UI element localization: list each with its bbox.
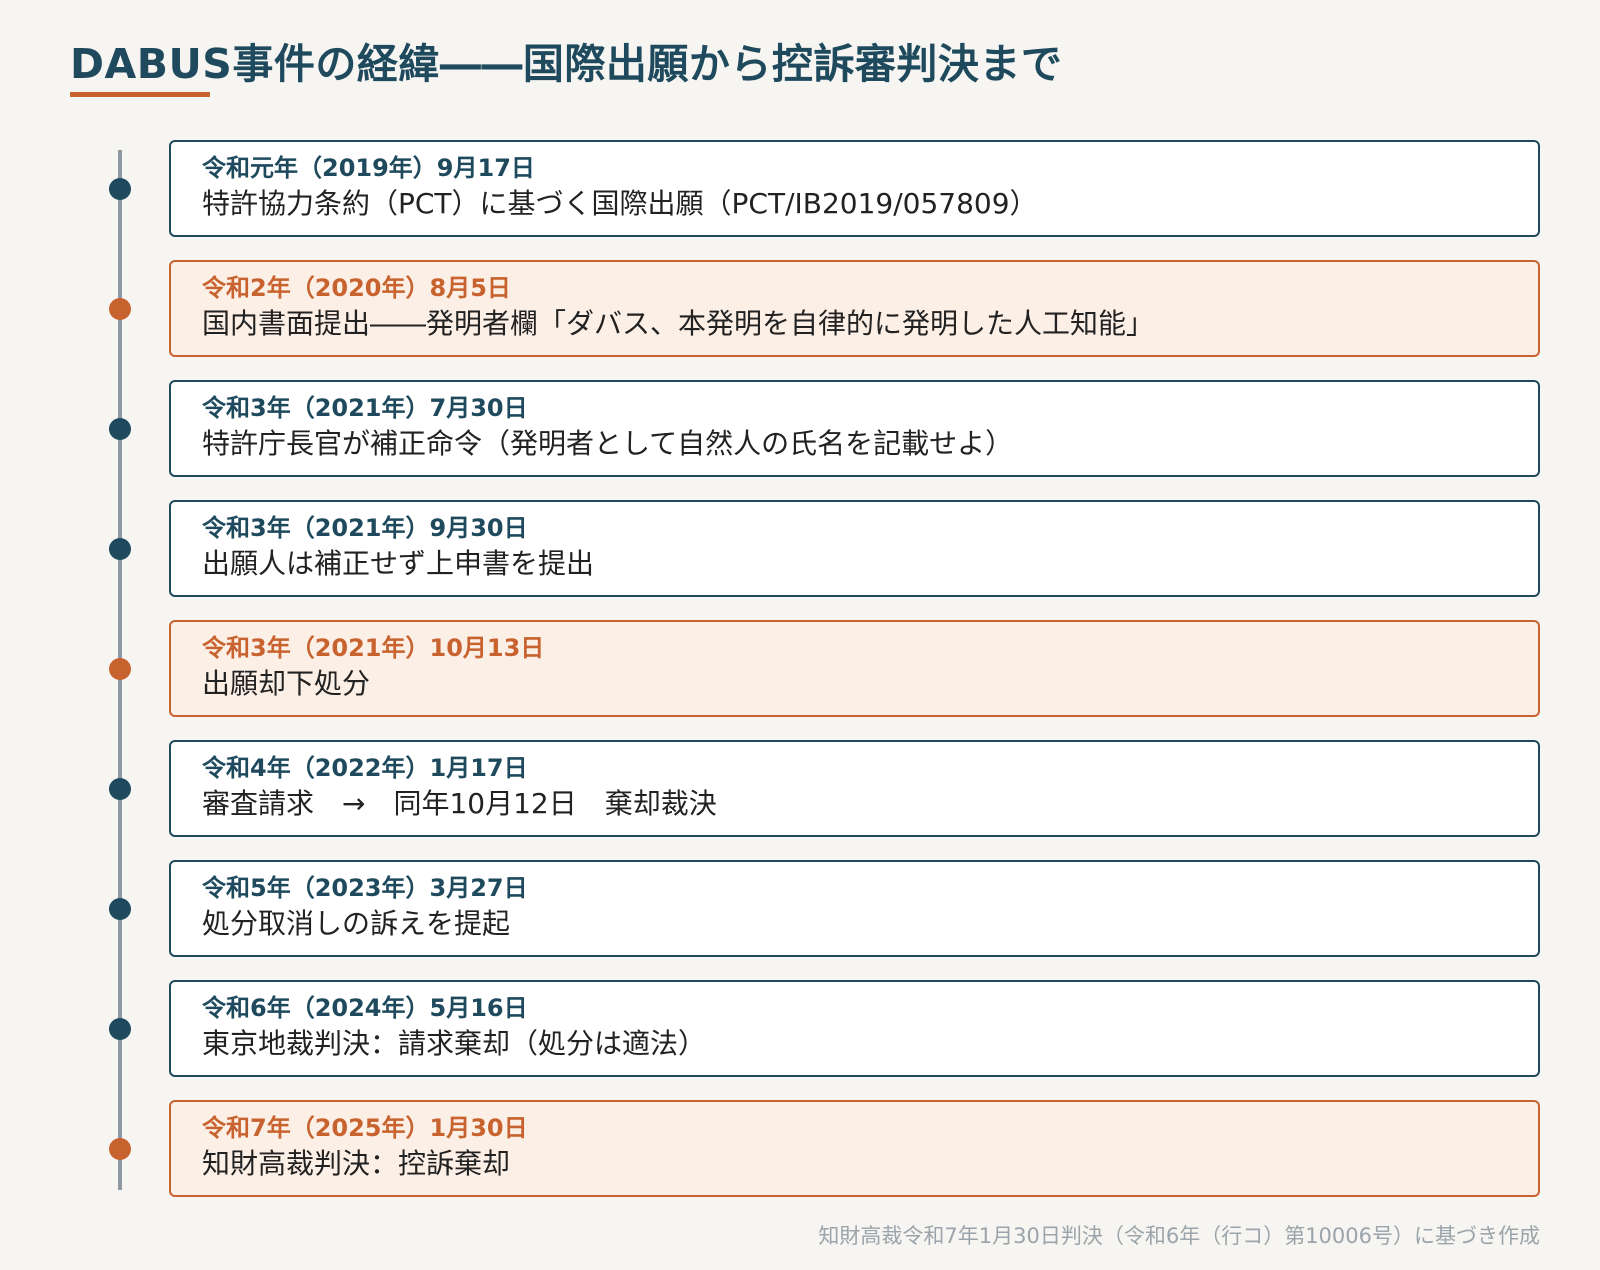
timeline-dot <box>109 177 131 200</box>
timeline-dot <box>109 897 131 920</box>
event-date: 令和2年（2020年）8月5日 <box>202 274 511 302</box>
event-description: 出願却下処分 <box>202 667 371 700</box>
event-description: 出願人は補正せず上申書を提出 <box>202 547 595 580</box>
timeline-dot <box>109 777 131 800</box>
timeline-dot <box>109 657 131 680</box>
timeline-event: 令和3年（2021年）10月13日 出願却下処分 <box>169 620 1540 717</box>
timeline-event: 令和7年（2025年）1月30日 知財高裁判決：控訴棄却 <box>169 1100 1540 1197</box>
event-description: 審査請求 → 同年10月12日 棄却裁決 <box>202 787 717 820</box>
title-underline <box>70 92 210 97</box>
event-date: 令和3年（2021年）10月13日 <box>202 634 545 662</box>
timeline-event: 令和3年（2021年）9月30日 出願人は補正せず上申書を提出 <box>169 500 1540 597</box>
event-date: 令和4年（2022年）1月17日 <box>202 754 528 782</box>
event-date: 令和3年（2021年）7月30日 <box>202 394 528 422</box>
timeline-dot <box>109 1017 131 1040</box>
event-description: 知財高裁判決：控訴棄却 <box>202 1147 511 1180</box>
timeline-event: 令和5年（2023年）3月27日 処分取消しの訴えを提起 <box>169 860 1540 957</box>
event-date: 令和6年（2024年）5月16日 <box>202 994 528 1022</box>
timeline-event: 令和3年（2021年）7月30日 特許庁長官が補正命令（発明者として自然人の氏名… <box>169 380 1540 477</box>
event-description: 処分取消しの訴えを提起 <box>202 907 511 940</box>
timeline-dot <box>109 1137 131 1160</box>
event-date: 令和7年（2025年）1月30日 <box>202 1114 528 1142</box>
timeline-dot <box>109 537 131 560</box>
event-description: 特許協力条約（PCT）に基づく国際出願（PCT/IB2019/057809） <box>202 187 1038 220</box>
timeline-event: 令和6年（2024年）5月16日 東京地裁判決：請求棄却（処分は適法） <box>169 980 1540 1077</box>
event-description: 特許庁長官が補正命令（発明者として自然人の氏名を記載せよ） <box>202 427 1014 460</box>
event-description: 国内書面提出――発明者欄「ダバス、本発明を自律的に発明した人工知能」 <box>202 307 1155 340</box>
timeline-event: 令和元年（2019年）9月17日 特許協力条約（PCT）に基づく国際出願（PCT… <box>169 140 1540 237</box>
event-date: 令和3年（2021年）9月30日 <box>202 514 528 542</box>
timeline-dot <box>109 297 131 320</box>
timeline-event: 令和2年（2020年）8月5日 国内書面提出――発明者欄「ダバス、本発明を自律的… <box>169 260 1540 357</box>
event-description: 東京地裁判決：請求棄却（処分は適法） <box>202 1027 707 1060</box>
page-title: DABUS事件の経緯――国際出願から控訴審判決まで <box>70 40 1063 88</box>
timeline-event: 令和4年（2022年）1月17日 審査請求 → 同年10月12日 棄却裁決 <box>169 740 1540 837</box>
source-note: 知財高裁令和7年1月30日判決（令和6年（行コ）第10006号）に基づき作成 <box>818 1224 1540 1248</box>
timeline-dot <box>109 417 131 440</box>
event-date: 令和5年（2023年）3月27日 <box>202 874 528 902</box>
event-date: 令和元年（2019年）9月17日 <box>202 154 535 182</box>
